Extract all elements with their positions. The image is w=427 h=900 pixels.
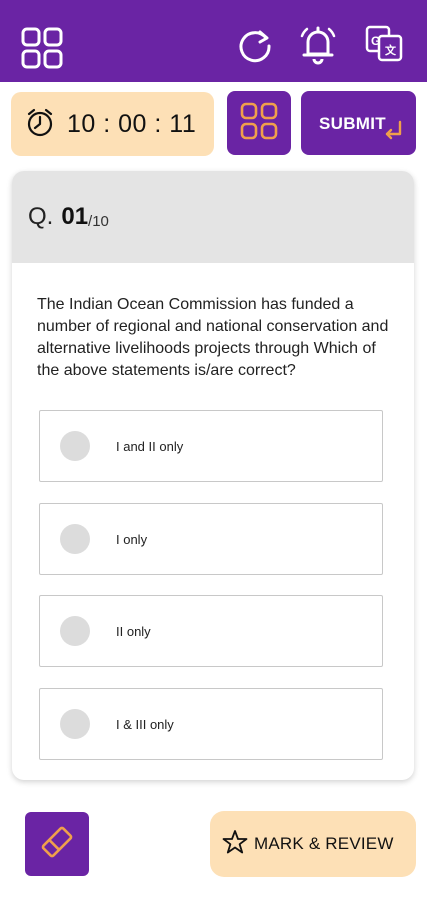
mark-review-button[interactable]: MARK & REVIEW: [210, 811, 416, 877]
clear-response-button[interactable]: [25, 812, 89, 876]
top-app-bar: G 文: [0, 0, 427, 82]
question-total: /10: [88, 212, 109, 230]
grid-icon: [239, 101, 279, 146]
eraser-icon: [37, 822, 77, 867]
bell-icon[interactable]: [296, 22, 340, 71]
radio-button[interactable]: [60, 709, 90, 739]
question-text: The Indian Ocean Commission has funded a…: [37, 296, 389, 379]
option-label: I and II only: [116, 438, 184, 454]
timer-display: 10 : 00 : 11: [11, 92, 214, 156]
option-4[interactable]: I & III only: [39, 688, 383, 760]
submit-button[interactable]: SUBMIT: [301, 91, 416, 155]
question-grid-button[interactable]: [227, 91, 291, 155]
star-icon: [222, 829, 248, 860]
radio-button[interactable]: [60, 431, 90, 461]
submit-label: SUBMIT: [319, 114, 386, 133]
translate-icon[interactable]: G 文: [364, 24, 404, 69]
option-1[interactable]: I and II only: [39, 410, 383, 482]
timer-value: 10 : 00 : 11: [67, 109, 197, 138]
option-2[interactable]: I only: [39, 503, 383, 575]
question-card: Q. 01 /10 The Indian Ocean Commission ha…: [12, 171, 414, 780]
svg-text:文: 文: [385, 43, 397, 57]
grid-icon[interactable]: [20, 26, 64, 75]
option-3[interactable]: II only: [39, 595, 383, 667]
question-number: 01: [61, 203, 89, 230]
option-label: I & III only: [116, 716, 174, 732]
radio-button[interactable]: [60, 524, 90, 554]
alarm-clock-icon: [25, 106, 55, 143]
question-header: Q. 01 /10: [12, 171, 414, 263]
svg-text:G: G: [371, 34, 380, 48]
option-label: I only: [116, 531, 148, 547]
option-label: II only: [116, 623, 151, 639]
radio-button[interactable]: [60, 616, 90, 646]
question-prefix: Q.: [28, 203, 54, 230]
enter-arrow-icon: [382, 120, 404, 147]
refresh-icon[interactable]: [236, 26, 274, 69]
mark-review-label: MARK & REVIEW: [254, 834, 394, 853]
